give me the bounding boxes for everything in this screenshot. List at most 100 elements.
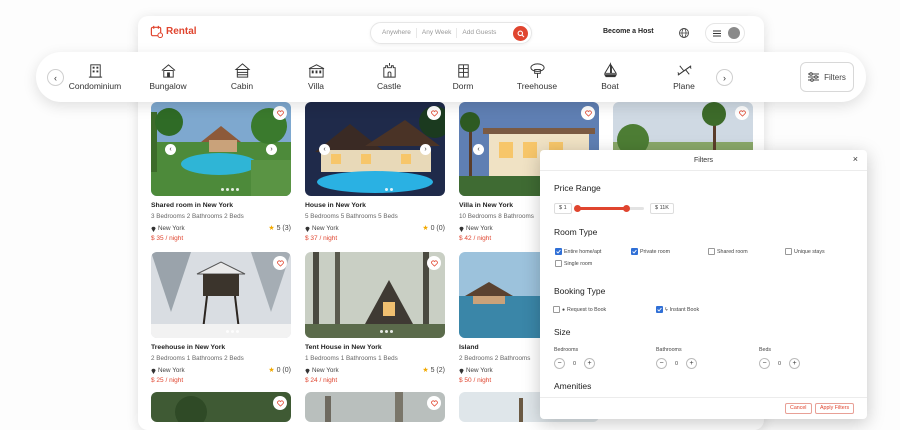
category-next-button[interactable]: › <box>716 69 733 86</box>
room-type-option[interactable]: Private room <box>631 248 670 255</box>
checkbox[interactable] <box>708 248 715 255</box>
location-text: New York <box>466 225 493 232</box>
photo-tent-forest <box>305 252 445 338</box>
listing-location: New York ★ 5 (3) <box>151 225 291 232</box>
listing-photo[interactable] <box>151 252 291 338</box>
photo-treehouse-snow <box>151 252 291 338</box>
category-label: Dorm <box>452 81 474 91</box>
castle-icon <box>382 62 396 78</box>
favorite-button[interactable] <box>735 106 749 120</box>
location-text: New York <box>312 367 339 374</box>
apply-filters-button[interactable]: Apply Filters <box>815 403 855 414</box>
category-boat[interactable]: Boat <box>575 62 645 91</box>
search-button[interactable] <box>513 26 528 41</box>
logo[interactable]: Rental <box>150 25 197 38</box>
category-treehouse[interactable]: Treehouse <box>502 62 572 91</box>
listing-card[interactable] <box>305 392 445 422</box>
close-icon[interactable]: × <box>853 154 858 164</box>
listing-card[interactable]: ‹ › Shared room in New York 3 Bedrooms 2… <box>151 102 291 242</box>
room-type-option[interactable]: Shared room <box>708 248 748 255</box>
price-slider[interactable] <box>574 205 644 212</box>
booking-type-option[interactable]: ● Request to Book <box>553 306 606 313</box>
globe-icon[interactable] <box>678 27 690 39</box>
star-icon: ★ <box>422 225 429 232</box>
category-bungalow[interactable]: Bungalow <box>133 62 203 91</box>
search-where[interactable]: Anywhere <box>377 28 417 38</box>
search-bar[interactable]: Anywhere Any Week Add Guests <box>370 22 532 44</box>
cabin-icon <box>234 63 250 78</box>
checkbox[interactable] <box>656 306 663 313</box>
favorite-button[interactable] <box>427 256 441 270</box>
listing-photo[interactable]: ‹ › <box>151 102 291 196</box>
calendar-house-icon <box>150 25 163 38</box>
listing-photo[interactable] <box>151 392 291 422</box>
booking-type-option[interactable]: ϟ Instant Book <box>656 306 699 313</box>
increment-button[interactable]: + <box>584 358 596 369</box>
search-who[interactable]: Add Guests <box>457 28 501 38</box>
building-icon <box>88 64 102 78</box>
category-bar: ‹ Condominium Bungalow Cabin Villa Castl… <box>36 52 866 102</box>
location-pin-icon <box>305 226 310 232</box>
option-label: Instant Book <box>669 306 700 313</box>
prev-photo-button[interactable]: ‹ <box>473 144 484 155</box>
price-slider-min-handle[interactable] <box>574 205 581 212</box>
price-slider-max-handle[interactable] <box>623 205 630 212</box>
listing-photo[interactable]: ‹ › <box>305 102 445 196</box>
listing-price: $ 37 / night <box>305 235 338 242</box>
price-min-field[interactable]: $ 1 <box>554 203 572 214</box>
prev-photo-button[interactable]: ‹ <box>165 144 176 155</box>
bedrooms-stepper: − 0 + <box>554 358 596 369</box>
listing-photo[interactable] <box>305 252 445 338</box>
favorite-button[interactable] <box>273 106 287 120</box>
info-icon: ● <box>562 306 566 313</box>
category-label: Bungalow <box>149 81 187 91</box>
filters-button[interactable]: Filters <box>800 62 854 92</box>
checkbox[interactable] <box>785 248 792 255</box>
listing-card[interactable]: ‹ › House in New York 5 Bedrooms 5 Bathr… <box>305 102 445 242</box>
location-pin-icon <box>459 226 464 232</box>
decrement-button[interactable]: − <box>554 358 565 369</box>
avatar <box>728 27 740 39</box>
rating-text: 0 (0) <box>276 366 291 374</box>
checkbox[interactable] <box>555 260 562 267</box>
room-type-option[interactable]: Unique stays <box>785 248 825 255</box>
category-dorm[interactable]: Dorm <box>428 62 498 91</box>
increment-button[interactable]: + <box>789 358 801 369</box>
category-condominium[interactable]: Condominium <box>60 62 130 91</box>
checkbox[interactable] <box>631 248 638 255</box>
listing-card[interactable]: Tent House in New York 1 Bedrooms 1 Bath… <box>305 252 445 384</box>
category-castle[interactable]: Castle <box>354 62 424 91</box>
photo-dots <box>385 188 393 191</box>
photo-dots <box>221 188 239 191</box>
room-type-option[interactable]: Entire home/apt <box>555 248 601 255</box>
listing-location: New York ★ 0 (0) <box>151 367 291 374</box>
become-host-link[interactable]: Become a Host <box>603 28 654 35</box>
cancel-button[interactable]: Cancel <box>785 403 812 414</box>
category-label: Plane <box>673 81 695 91</box>
checkbox[interactable] <box>553 306 560 313</box>
category-villa[interactable]: Villa <box>281 62 351 91</box>
favorite-button[interactable] <box>273 396 287 410</box>
category-plane[interactable]: Plane <box>649 62 719 91</box>
listing-card[interactable]: Treehouse in New York 2 Bedrooms 1 Bathr… <box>151 252 291 384</box>
increment-button[interactable]: + <box>686 358 698 369</box>
price-max-field[interactable]: $ 11K <box>650 203 674 214</box>
prev-photo-button[interactable]: ‹ <box>319 144 330 155</box>
search-when[interactable]: Any Week <box>417 28 458 38</box>
listing-photo[interactable] <box>305 392 445 422</box>
category-cabin[interactable]: Cabin <box>207 62 277 91</box>
decrement-button[interactable]: − <box>656 358 667 369</box>
villa-icon <box>308 64 324 78</box>
favorite-button[interactable] <box>427 106 441 120</box>
room-type-option[interactable]: Single room <box>555 260 592 267</box>
user-menu[interactable] <box>705 23 745 43</box>
favorite-button[interactable] <box>581 106 595 120</box>
checkbox[interactable] <box>555 248 562 255</box>
next-photo-button[interactable]: › <box>420 144 431 155</box>
listing-card[interactable] <box>151 392 291 422</box>
listing-meta: 5 Bedrooms 5 Bathrooms 5 Beds <box>305 213 398 220</box>
next-photo-button[interactable]: › <box>266 144 277 155</box>
favorite-button[interactable] <box>427 396 441 410</box>
favorite-button[interactable] <box>273 256 287 270</box>
decrement-button[interactable]: − <box>759 358 770 369</box>
